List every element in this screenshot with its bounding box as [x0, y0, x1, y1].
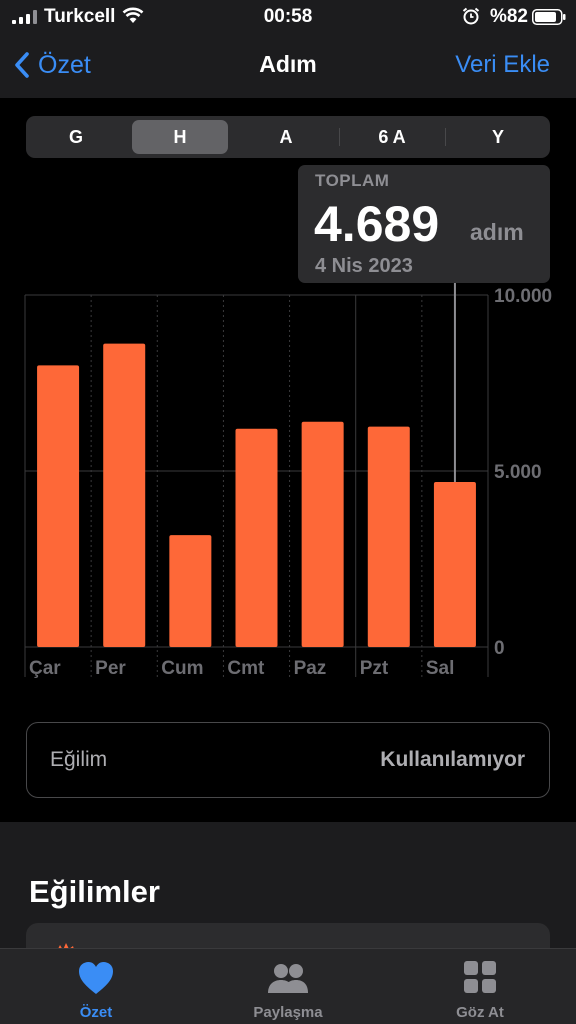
- alarm-icon: [462, 7, 480, 25]
- bar-per: [103, 343, 146, 647]
- x-tick-label: Sal: [426, 658, 455, 679]
- x-tick-label: Cum: [161, 658, 203, 679]
- navigation-bar: Özet Adım Veri Ekle: [0, 34, 576, 98]
- tab-browse[interactable]: Göz At: [384, 949, 576, 1024]
- segment-divider: [339, 128, 340, 146]
- x-tick-label: Per: [95, 658, 126, 679]
- trend-row[interactable]: Eğilim Kullanılamıyor: [26, 722, 550, 798]
- y-tick-label: 10.000: [494, 286, 552, 307]
- tab-summary[interactable]: Özet: [0, 949, 192, 1024]
- selection-tooltip: TOPLAM 4.689 adım 4 Nis 2023: [298, 165, 550, 283]
- bar-pzt: [367, 426, 410, 647]
- tab-summary-label: Özet: [79, 1004, 113, 1021]
- segment-month[interactable]: A: [238, 120, 334, 154]
- battery-icon: [532, 9, 566, 25]
- x-tick-label: Paz: [294, 658, 327, 679]
- trend-value: Kullanılamıyor: [380, 748, 525, 771]
- tooltip-date: 4 Nis 2023: [315, 255, 413, 277]
- x-tick-label: Pzt: [360, 658, 389, 679]
- bar-çar: [37, 365, 80, 647]
- heart-icon: [79, 962, 113, 994]
- tab-sharing[interactable]: Paylaşma: [192, 949, 384, 1024]
- segment-divider: [445, 128, 446, 146]
- grid-icon: [464, 961, 496, 993]
- segment-day[interactable]: G: [28, 120, 124, 154]
- segment-six-months[interactable]: 6 A: [344, 120, 440, 154]
- y-tick-label: 5.000: [494, 462, 542, 483]
- segment-week[interactable]: H: [132, 120, 228, 154]
- tooltip-label: TOPLAM: [315, 171, 390, 190]
- time-range-segmented-control: G H A 6 A Y: [26, 116, 550, 158]
- y-tick-label: 0: [494, 638, 505, 659]
- tooltip-unit: adım: [470, 219, 524, 245]
- battery-percentage: %82: [489, 6, 528, 27]
- tab-sharing-label: Paylaşma: [253, 1004, 323, 1021]
- tooltip-value: 4.689: [314, 196, 440, 252]
- bar-cum: [169, 535, 212, 647]
- people-icon: [268, 964, 308, 993]
- trend-label: Eğilim: [50, 748, 108, 771]
- segment-year[interactable]: Y: [450, 120, 546, 154]
- bar-sal: [433, 481, 476, 647]
- x-tick-label: Cmt: [227, 658, 265, 679]
- tab-bar: Özet Paylaşma Göz At: [0, 948, 576, 1024]
- section-title: Eğilimler: [29, 874, 160, 909]
- tab-browse-label: Göz At: [456, 1004, 504, 1021]
- status-bar: Turkcell 00:58 %82: [0, 0, 576, 34]
- bar-cmt: [235, 428, 278, 647]
- x-tick-label: Çar: [29, 658, 61, 679]
- add-data-button[interactable]: Veri Ekle: [455, 51, 550, 79]
- bar-paz: [301, 421, 344, 647]
